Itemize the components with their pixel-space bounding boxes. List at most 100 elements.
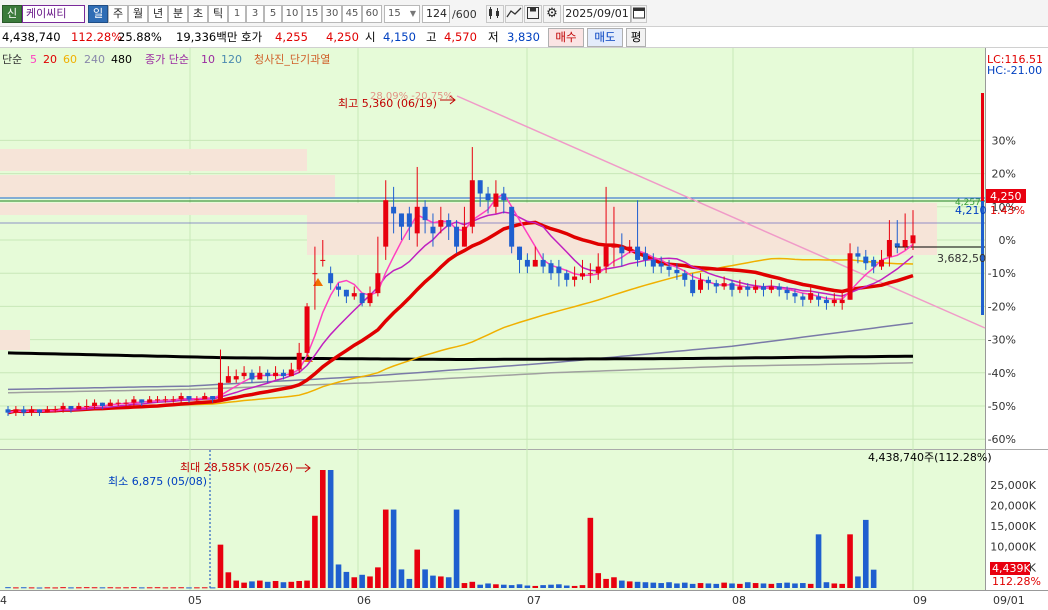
volume-bar: [83, 587, 90, 589]
volume-bar: [351, 577, 358, 588]
tab-period-day[interactable]: 일: [88, 5, 108, 23]
volume-bar: [784, 582, 790, 588]
candle-body: [391, 206, 397, 214]
eval-button[interactable]: 평: [626, 28, 646, 47]
buy-button[interactable]: 매수: [548, 28, 584, 47]
volume-bar: [603, 578, 609, 588]
volume-bar: [587, 517, 594, 588]
tab-period-minute[interactable]: 분: [168, 5, 188, 23]
volume-bar: [729, 583, 735, 588]
volume-bar: [146, 587, 153, 589]
volume-bar: [823, 582, 830, 588]
interval-60[interactable]: 60: [362, 5, 382, 23]
candle-body: [816, 296, 822, 300]
chevron-down-icon: ▼: [409, 9, 416, 18]
interval-15[interactable]: 15: [302, 5, 322, 23]
x-label-0901: 09/01: [993, 594, 1025, 607]
volume-bar: [170, 587, 177, 589]
interval-1[interactable]: 1: [228, 5, 246, 23]
candle-body: [839, 299, 845, 304]
stock-chart[interactable]: 30%20%10%0%-10%-20%-30%-40%-50%-60% 25,0…: [0, 48, 1048, 610]
sell-button[interactable]: 매도: [587, 28, 623, 47]
candle-body: [320, 259, 326, 261]
candle-body: [650, 259, 656, 267]
volume-bar: [288, 581, 295, 588]
volume-axis-tick: 25,000K: [990, 479, 1036, 492]
volume-bar: [312, 515, 318, 588]
candle-body: [871, 259, 877, 267]
candle-body: [713, 283, 719, 287]
turnover-rate: 25.88%: [118, 30, 162, 44]
candle-body: [760, 286, 766, 290]
volume-bar: [194, 587, 200, 589]
volume-ratio: 112.28%: [71, 30, 123, 44]
candle-body: [99, 402, 105, 406]
volume-bar: [619, 580, 625, 588]
price-axis-tick: 20%: [992, 168, 1016, 181]
candle-body: [910, 235, 916, 244]
candle-body: [587, 273, 593, 275]
candle-body: [548, 263, 554, 274]
volume-min-annotation: 최소 6,875 (05/08): [108, 475, 207, 488]
volume-bar: [319, 470, 326, 588]
tab-period-week[interactable]: 주: [108, 5, 128, 23]
stock-name-field[interactable]: 케이씨티: [22, 5, 85, 23]
candle-body: [68, 406, 74, 410]
candle-body: [595, 266, 601, 274]
candle-type-icon[interactable]: [486, 5, 504, 23]
candle-body: [737, 286, 743, 290]
volume-bar: [138, 587, 145, 589]
interval-5[interactable]: 5: [264, 5, 282, 23]
gear-icon[interactable]: ⚙: [543, 5, 561, 23]
volume-bar: [5, 587, 11, 589]
candle-body: [658, 263, 664, 267]
count-field[interactable]: 124: [422, 5, 450, 23]
tab-period-tick[interactable]: 틱: [208, 5, 228, 23]
candle-body: [808, 293, 814, 300]
candle-body: [107, 402, 113, 406]
price-axis-tick: -20%: [988, 300, 1016, 313]
interval-10[interactable]: 10: [282, 5, 302, 23]
volume-bar: [642, 582, 649, 588]
interval-45[interactable]: 45: [342, 5, 362, 23]
calendar-icon[interactable]: [631, 5, 647, 23]
candle-body: [304, 306, 310, 353]
tab-period-year[interactable]: 년: [148, 5, 168, 23]
candle-body: [217, 382, 223, 400]
volume-bar: [548, 584, 554, 588]
candle-body: [44, 409, 50, 413]
tab-period-month[interactable]: 월: [128, 5, 148, 23]
candle-body: [564, 273, 570, 280]
volume-axis-tick: 20,000K: [990, 499, 1036, 512]
volume-bar: [839, 583, 845, 588]
low-label: 저: [488, 30, 499, 44]
candle-body: [698, 279, 704, 290]
account-tag[interactable]: 신: [2, 5, 22, 23]
interval-3[interactable]: 3: [246, 5, 264, 23]
volume-bar: [634, 581, 641, 588]
candle-body: [21, 409, 27, 413]
volume-bar: [44, 587, 51, 589]
candle-body: [485, 193, 491, 201]
volume-bar: [493, 584, 499, 588]
volume-bar: [524, 585, 531, 588]
volume-bar: [579, 585, 586, 588]
volume-bar: [689, 583, 696, 588]
interval-select[interactable]: 15 ▼: [384, 5, 420, 23]
current-price-tag: 4,250: [990, 190, 1022, 203]
volume-bar: [508, 585, 515, 588]
candle-body: [517, 246, 523, 260]
volume-bar: [201, 587, 208, 589]
tab-period-second[interactable]: 초: [188, 5, 208, 23]
line-tool-icon[interactable]: [505, 5, 523, 23]
volume-bar: [563, 585, 570, 588]
volume-bar: [744, 582, 751, 588]
date-field[interactable]: 2025/09/01: [563, 5, 631, 23]
candle-body: [375, 273, 381, 294]
interval-30[interactable]: 30: [322, 5, 342, 23]
volume-bar: [674, 583, 680, 588]
candle-body: [13, 409, 19, 413]
candle-body: [469, 180, 475, 227]
save-icon[interactable]: [524, 5, 542, 23]
candle-body: [690, 279, 696, 294]
